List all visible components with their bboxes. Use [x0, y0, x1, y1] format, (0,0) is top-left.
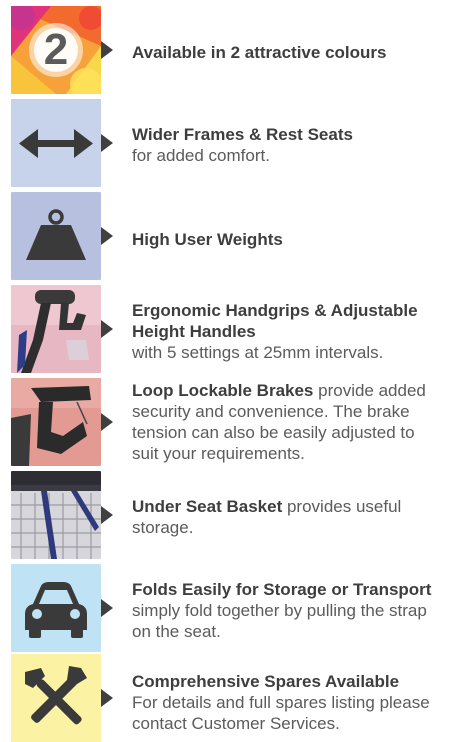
- car-icon: [11, 564, 101, 652]
- feature-description: for added comfort.: [132, 146, 270, 165]
- feature-title: Folds Easily for Storage or Transport: [132, 580, 432, 599]
- pointer-arrow-icon: [101, 320, 113, 338]
- feature-title: Wider Frames & Rest Seats: [132, 125, 353, 144]
- feature-title: Ergonomic Handgrips & Adjustable Height …: [132, 301, 418, 341]
- feature-title: Comprehensive Spares Available: [132, 672, 400, 691]
- pointer-arrow-icon: [101, 227, 113, 245]
- feature-title: High User Weights: [132, 230, 283, 249]
- brake-photo: [11, 378, 101, 466]
- handgrip-photo: [11, 285, 101, 373]
- feature-description: simply fold together by pulling the stra…: [132, 601, 427, 641]
- pointer-arrow-icon: [101, 506, 113, 524]
- colour-count-number: 2: [43, 25, 69, 74]
- feature-text: Comprehensive Spares Available For detai…: [132, 671, 444, 734]
- pointer-arrow-icon: [101, 41, 113, 59]
- feature-text: Ergonomic Handgrips & Adjustable Height …: [132, 300, 444, 363]
- feature-description: For details and full spares listing plea…: [132, 693, 430, 733]
- feature-title: Under Seat Basket: [132, 497, 283, 516]
- feature-text: Under Seat Basket provides useful storag…: [132, 496, 444, 538]
- weight-icon: [11, 192, 101, 280]
- feature-text: Folds Easily for Storage or Transport si…: [132, 579, 444, 642]
- double-arrow-icon: [11, 99, 101, 187]
- feature-text: Loop Lockable Brakes provide added secur…: [132, 380, 444, 464]
- pointer-arrow-icon: [101, 689, 113, 707]
- feature-text: High User Weights: [132, 229, 444, 250]
- feature-text: Available in 2 attractive colours: [132, 42, 444, 63]
- feature-description: with 5 settings at 25mm intervals.: [132, 343, 384, 362]
- basket-photo: [11, 471, 101, 559]
- feature-text: Wider Frames & Rest Seats for added comf…: [132, 124, 444, 166]
- pointer-arrow-icon: [101, 599, 113, 617]
- colour-number-2-icon: 2: [11, 6, 101, 94]
- feature-title: Loop Lockable Brakes: [132, 381, 314, 400]
- tools-icon: [11, 654, 101, 742]
- pointer-arrow-icon: [101, 413, 113, 431]
- feature-title: Available in 2 attractive colours: [132, 43, 387, 62]
- pointer-arrow-icon: [101, 134, 113, 152]
